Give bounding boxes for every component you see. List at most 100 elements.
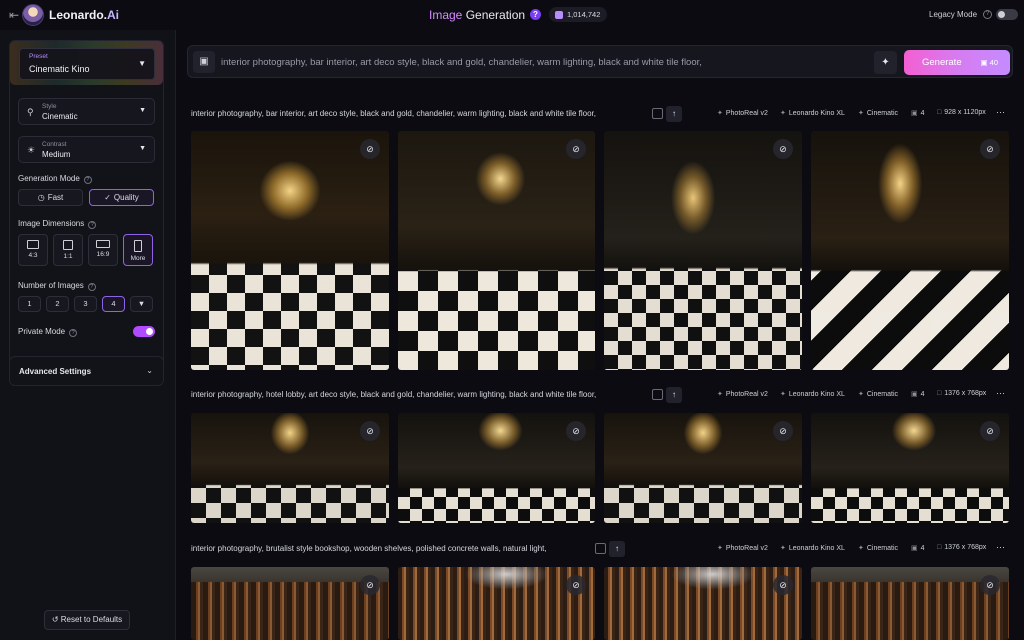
eye-off-icon[interactable]: ⊘ xyxy=(566,421,586,441)
image-prompt-icon[interactable]: ▣ xyxy=(193,51,215,73)
generated-image[interactable]: ⊘ xyxy=(811,567,1009,640)
num-images-1-button[interactable]: 1 xyxy=(18,296,41,312)
style-tag: ✦ Cinematic xyxy=(858,391,898,398)
dimension-more-button[interactable]: More xyxy=(123,234,153,266)
reset-icon: ↺ xyxy=(51,615,61,624)
model-tag: ✦ PhotoReal v2 xyxy=(717,391,768,398)
generation-header: interior photography, hotel lobby, art d… xyxy=(191,387,1013,403)
sparkle-icon[interactable]: ✦ xyxy=(874,51,897,74)
num-images-3-button[interactable]: 3 xyxy=(74,296,97,312)
eye-off-icon[interactable]: ⊘ xyxy=(773,421,793,441)
style-value: Cinematic xyxy=(42,112,78,121)
ellipsis-icon[interactable]: ⋯ xyxy=(996,107,1005,118)
legacy-help-icon[interactable]: ? xyxy=(983,10,992,19)
base-model-tag: ✦ Leonardo Kino XL xyxy=(780,545,845,552)
eye-off-icon[interactable]: ⊘ xyxy=(360,139,380,159)
ellipsis-icon[interactable]: ⋯ xyxy=(996,388,1005,399)
generated-image[interactable]: ⊘ xyxy=(604,567,802,640)
generated-image[interactable]: ⊘ xyxy=(398,567,595,640)
dimension-16-9-button[interactable]: 16:9 xyxy=(88,234,118,266)
eye-off-icon[interactable]: ⊘ xyxy=(360,421,380,441)
contrast-value: Medium xyxy=(42,150,71,159)
size-tag: □ 928 x 1120px xyxy=(937,109,986,116)
back-arrow-icon[interactable]: ⇤ xyxy=(6,7,22,23)
token-count: 1,014,742 xyxy=(567,10,601,19)
eye-off-icon[interactable]: ⊘ xyxy=(980,421,1000,441)
private-mode-label: Private Mode? xyxy=(18,327,78,337)
eye-off-icon[interactable]: ⊘ xyxy=(566,139,586,159)
count-tag: ▣ 4 xyxy=(911,391,925,398)
ellipsis-icon[interactable]: ⋯ xyxy=(996,542,1005,553)
generation-prompt: interior photography, bar interior, art … xyxy=(191,109,596,118)
private-mode-toggle[interactable] xyxy=(133,326,155,337)
generated-image[interactable]: ⊘ xyxy=(811,131,1009,370)
caret-down-icon: ▼ xyxy=(139,107,146,114)
mode-fast-button[interactable]: ◷ Fast xyxy=(18,189,83,206)
coin-icon xyxy=(555,10,563,19)
arrow-up-icon[interactable]: ↑ xyxy=(666,106,682,122)
number-of-images-label: Number of Images? xyxy=(18,281,96,291)
eye-off-icon[interactable]: ⊘ xyxy=(980,139,1000,159)
image-dimensions-label: Image Dimensions? xyxy=(18,219,97,229)
page-title: Image Generation xyxy=(429,8,526,22)
prompt-bar: ▣ interior photography, bar interior, ar… xyxy=(187,45,1013,78)
token-balance: 1,014,742 xyxy=(549,7,608,22)
generated-image[interactable]: ⊘ xyxy=(811,413,1009,523)
help-icon[interactable]: ? xyxy=(530,9,541,20)
settings-panel xyxy=(9,40,164,375)
num-images-4-button[interactable]: 4 xyxy=(102,296,125,312)
dimension-4-3-button[interactable]: 4:3 xyxy=(18,234,48,266)
mode-quality-button[interactable]: ✓ Quality xyxy=(89,189,154,206)
legacy-mode-toggle[interactable] xyxy=(996,9,1018,20)
advanced-settings-label: Advanced Settings xyxy=(19,367,92,376)
base-model-tag: ✦ Leonardo Kino XL xyxy=(780,391,845,398)
legacy-mode-label: Legacy Mode xyxy=(929,10,978,19)
sun-icon: ☀ xyxy=(27,145,36,155)
generation-prompt: interior photography, brutalist style bo… xyxy=(191,544,547,553)
generated-image[interactable]: ⊘ xyxy=(191,413,389,523)
style-dropdown[interactable]: ⚲ Style Cinematic ▼ xyxy=(18,98,155,125)
prompt-input[interactable]: interior photography, bar interior, art … xyxy=(221,57,702,68)
generated-image[interactable]: ⊘ xyxy=(398,131,595,370)
avatar[interactable] xyxy=(22,4,44,26)
base-model-tag: ✦ Leonardo Kino XL xyxy=(780,110,845,117)
contrast-dropdown[interactable]: ☀ Contrast Medium ▼ xyxy=(18,136,155,163)
num-images-more-button[interactable]: ▼ xyxy=(130,296,153,312)
num-images-2-button[interactable]: 2 xyxy=(46,296,69,312)
size-tag: □ 1376 x 768px xyxy=(937,390,987,397)
preset-label: Preset xyxy=(29,53,48,60)
copy-icon[interactable] xyxy=(652,108,663,119)
generated-image[interactable]: ⊘ xyxy=(604,131,802,370)
eye-off-icon[interactable]: ⊘ xyxy=(980,575,1000,595)
generation-header: interior photography, brutalist style bo… xyxy=(191,541,1013,557)
generation-prompt: interior photography, hotel lobby, art d… xyxy=(191,390,597,399)
copy-icon[interactable] xyxy=(652,389,663,400)
eye-off-icon[interactable]: ⊘ xyxy=(773,575,793,595)
generate-cost: ▣ 40 xyxy=(980,58,998,67)
generation-header: interior photography, bar interior, art … xyxy=(191,106,1013,122)
dimension-1-1-button[interactable]: 1:1 xyxy=(53,234,83,266)
aspect-portrait-icon xyxy=(134,240,142,252)
generate-button[interactable]: Generate ▣ 40 xyxy=(904,50,1010,75)
eye-off-icon[interactable]: ⊘ xyxy=(566,575,586,595)
generated-image[interactable]: ⊘ xyxy=(398,413,595,523)
eye-off-icon[interactable]: ⊘ xyxy=(360,575,380,595)
eye-off-icon[interactable]: ⊘ xyxy=(773,139,793,159)
check-circle-icon: ✓ xyxy=(104,193,111,202)
help-icon: ? xyxy=(83,176,92,184)
generated-image[interactable]: ⊘ xyxy=(191,567,389,640)
copy-icon[interactable] xyxy=(595,543,606,554)
model-tag: ✦ PhotoReal v2 xyxy=(717,545,768,552)
arrow-up-icon[interactable]: ↑ xyxy=(609,541,625,557)
model-tag: ✦ PhotoReal v2 xyxy=(717,110,768,117)
arrow-up-icon[interactable]: ↑ xyxy=(666,387,682,403)
generated-image[interactable]: ⊘ xyxy=(604,413,802,523)
preset-selector[interactable]: Preset Cinematic Kino ▼ xyxy=(10,41,163,85)
flask-icon: ⚲ xyxy=(27,107,34,117)
style-label: Style xyxy=(42,103,57,110)
style-tag: ✦ Cinematic xyxy=(858,110,898,117)
generated-image[interactable]: ⊘ xyxy=(191,131,389,370)
advanced-settings-toggle[interactable]: Advanced Settings ⌄ xyxy=(9,356,164,386)
reset-defaults-button[interactable]: ↺ Reset to Defaults xyxy=(44,610,130,630)
contrast-label: Contrast xyxy=(42,141,67,148)
